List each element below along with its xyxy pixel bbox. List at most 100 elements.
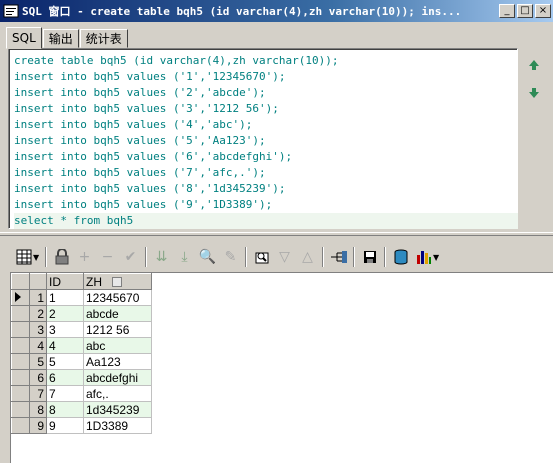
cell-id[interactable]: 5: [46, 353, 84, 370]
table-row[interactable]: 8 8 1d345239: [11, 401, 152, 418]
cell-id[interactable]: 7: [46, 385, 84, 402]
post-changes-icon: ✔: [124, 249, 137, 265]
sql-line-current: select * from bqh5: [14, 213, 518, 229]
chart-button[interactable]: [412, 246, 435, 268]
sql-editor[interactable]: create table bqh5 (id varchar(4),zh varc…: [8, 48, 518, 229]
tab-sql[interactable]: SQL: [6, 27, 42, 49]
grid-layout-dropdown[interactable]: ▼: [33, 253, 42, 262]
chart-icon: [416, 251, 431, 264]
row-number: 8: [29, 401, 47, 418]
cell-zh[interactable]: abc: [83, 337, 152, 354]
next-page-button[interactable]: ⇊: [150, 246, 173, 268]
filter-icon: ▽: [279, 249, 290, 265]
lock-button[interactable]: [50, 246, 73, 268]
cell-zh[interactable]: afc,.: [83, 385, 152, 402]
column-header-zh[interactable]: ZH: [83, 273, 152, 290]
sql-line: insert into bqh5 values ('3','1212 56');: [14, 102, 279, 115]
tab-output[interactable]: 输出: [42, 29, 79, 48]
table-row[interactable]: 6 6 abcdefghi: [11, 369, 152, 386]
export-icon: [394, 249, 407, 265]
link-button[interactable]: [327, 246, 350, 268]
arrow-down-icon: [529, 88, 539, 98]
column-header-id[interactable]: ID: [46, 273, 84, 290]
arrow-up-icon: [529, 60, 539, 70]
cell-zh[interactable]: 12345670: [83, 289, 152, 306]
sql-line: insert into bqh5 values ('2','abcde');: [14, 86, 266, 99]
result-grid[interactable]: ID ZH 1 1 12345670 2 2 abcde 3 3 1212 56…: [10, 272, 553, 463]
sort-button[interactable]: △: [296, 246, 319, 268]
cell-id[interactable]: 8: [46, 401, 84, 418]
cell-zh[interactable]: 1212 56: [83, 321, 152, 338]
row-indicator: [11, 305, 30, 322]
save-icon: [363, 251, 376, 263]
cell-zh[interactable]: abcdefghi: [83, 369, 152, 386]
cell-id[interactable]: 1: [46, 289, 84, 306]
query-by-example-icon: [255, 252, 268, 264]
minimize-button[interactable]: _: [499, 4, 515, 18]
row-number: 9: [29, 417, 47, 434]
cell-zh[interactable]: abcde: [83, 305, 152, 322]
cell-id[interactable]: 9: [46, 417, 84, 434]
table-row[interactable]: 7 7 afc,.: [11, 385, 152, 402]
sql-line: create table bqh5 (id varchar(4),zh varc…: [14, 54, 339, 67]
save-button[interactable]: [358, 246, 381, 268]
find-button[interactable]: 🔍: [196, 246, 219, 268]
row-indicator: [11, 337, 30, 354]
cell-zh[interactable]: Aa123: [83, 353, 152, 370]
row-number: 6: [29, 369, 47, 386]
toolbar-separator: [45, 247, 47, 267]
toolbar-separator: [245, 247, 247, 267]
result-toolbar: ▼ + − ✔ ⇊ ⤓ 🔍 ✎ ▽ △ ▼: [12, 244, 442, 270]
next-statement-button[interactable]: [524, 83, 544, 103]
header-row: ID ZH: [11, 273, 152, 290]
cell-id[interactable]: 3: [46, 321, 84, 338]
delete-record-button[interactable]: −: [96, 246, 119, 268]
cell-id[interactable]: 4: [46, 337, 84, 354]
table-row[interactable]: 2 2 abcde: [11, 305, 152, 322]
cell-zh[interactable]: 1d345239: [83, 401, 152, 418]
tab-statistics[interactable]: 统计表: [79, 29, 128, 48]
close-button[interactable]: ×: [535, 4, 551, 18]
row-indicator: [11, 417, 30, 434]
grid-layout-button[interactable]: [12, 246, 35, 268]
cell-zh[interactable]: 1D3389: [83, 417, 152, 434]
cell-id[interactable]: 6: [46, 369, 84, 386]
title-bar[interactable]: SQL 窗口 - create table bqh5 (id varchar(4…: [0, 0, 553, 22]
toolbar-separator: [322, 247, 324, 267]
last-page-icon: ⤓: [181, 249, 188, 265]
previous-statement-button[interactable]: [524, 55, 544, 75]
table-row[interactable]: 1 1 12345670: [11, 289, 152, 306]
header-rownum: [29, 273, 47, 290]
clear-button[interactable]: ✎: [219, 246, 242, 268]
header-corner: [11, 273, 30, 290]
filter-button[interactable]: ▽: [273, 246, 296, 268]
insert-record-button[interactable]: +: [73, 246, 96, 268]
table-row[interactable]: 9 9 1D3389: [11, 417, 152, 434]
row-number: 4: [29, 337, 47, 354]
row-indicator: [11, 369, 30, 386]
table-row[interactable]: 5 5 Aa123: [11, 353, 152, 370]
query-by-example-button[interactable]: [250, 246, 273, 268]
delete-record-icon: −: [101, 249, 114, 265]
last-page-button[interactable]: ⤓: [173, 246, 196, 268]
toolbar-separator: [353, 247, 355, 267]
row-indicator: [11, 321, 30, 338]
lock-icon: [55, 249, 68, 265]
toolbar-separator: [145, 247, 147, 267]
table-row[interactable]: 4 4 abc: [11, 337, 152, 354]
column-menu-icon[interactable]: [112, 277, 122, 288]
maximize-button[interactable]: □: [517, 4, 533, 18]
cell-id[interactable]: 2: [46, 305, 84, 322]
result-table: ID ZH 1 1 12345670 2 2 abcde 3 3 1212 56…: [11, 273, 152, 434]
post-changes-button[interactable]: ✔: [119, 246, 142, 268]
chart-dropdown[interactable]: ▼: [433, 253, 442, 262]
window-title: SQL 窗口 - create table bqh5 (id varchar(4…: [22, 5, 462, 18]
pane-splitter[interactable]: [0, 232, 553, 236]
sql-line: insert into bqh5 values ('9','1D3389');: [14, 198, 273, 211]
sql-line: insert into bqh5 values ('5','Aa123');: [14, 134, 266, 147]
sql-line: insert into bqh5 values ('6','abcdefghi'…: [14, 150, 293, 163]
next-page-icon: ⇊: [155, 249, 168, 265]
table-row[interactable]: 3 3 1212 56: [11, 321, 152, 338]
row-indicator: [11, 289, 30, 306]
export-button[interactable]: [389, 246, 412, 268]
